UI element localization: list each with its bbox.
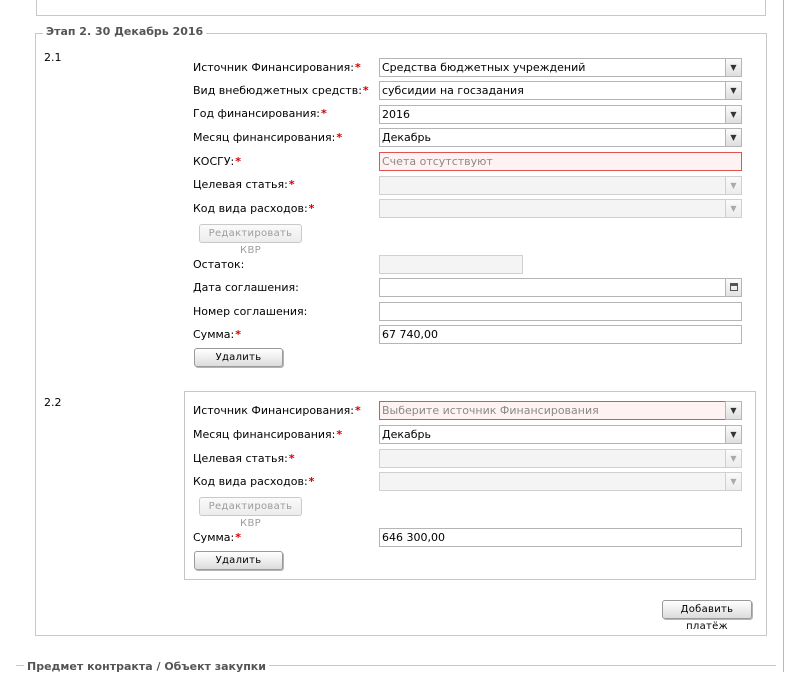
sum-label: Сумма:*: [193, 531, 241, 544]
delete-button[interactable]: Удалить: [194, 348, 283, 367]
page-border: [783, 0, 784, 672]
source-label: Источник Финансирования:*: [193, 61, 361, 74]
chevron-down-icon[interactable]: ▼: [725, 81, 742, 100]
add-payment-button[interactable]: Добавить платёж: [662, 600, 752, 632]
target-article-label: Целевая статья:*: [193, 178, 295, 191]
year-label: Год финансирования:*: [193, 107, 327, 120]
required-mark: *: [288, 452, 295, 465]
expense-code-label: Код вида расходов:*: [193, 475, 315, 488]
chevron-down-icon[interactable]: ▼: [725, 105, 742, 124]
edit-kvr-button[interactable]: Редактировать КВР: [199, 497, 302, 529]
agreement-date-field[interactable]: [379, 278, 742, 297]
payment-number: 2.2: [44, 396, 62, 409]
chevron-down-icon[interactable]: ▼: [725, 449, 742, 468]
chevron-down-icon[interactable]: ▼: [725, 199, 742, 218]
required-mark: *: [235, 155, 242, 168]
agreement-number-field[interactable]: [379, 302, 742, 321]
extrabudget-label: Вид внебюджетных средств:*: [193, 84, 369, 97]
month-label: Месяц финансирования:*: [193, 428, 343, 441]
chevron-down-icon[interactable]: ▼: [725, 472, 742, 491]
kosgu-label: КОСГУ:*: [193, 155, 242, 168]
next-section-legend: Предмет контракта / Объект закупки: [24, 660, 269, 673]
required-mark: *: [321, 107, 327, 120]
chevron-down-icon[interactable]: ▼: [725, 58, 742, 77]
previous-fieldset-bottom: [36, 0, 766, 16]
edit-kvr-button[interactable]: Редактировать КВР: [199, 224, 302, 256]
required-mark: *: [288, 178, 295, 191]
source-label: Источник Финансирования:*: [193, 404, 361, 417]
agreement-number-label: Номер соглашения:: [193, 305, 308, 318]
remainder-field: [379, 255, 523, 274]
chevron-down-icon[interactable]: ▼: [725, 176, 742, 195]
source-select[interactable]: Выберите источник Финансирования ▼: [379, 401, 742, 420]
extrabudget-select-value: субсидии на госзадания: [382, 84, 524, 97]
expense-code-label: Код вида расходов:*: [193, 202, 315, 215]
required-mark: *: [308, 475, 315, 488]
target-article-select[interactable]: ▼: [379, 449, 742, 468]
chevron-down-icon[interactable]: ▼: [725, 401, 742, 420]
required-mark: *: [235, 328, 241, 341]
required-mark: *: [354, 404, 361, 417]
expense-code-select[interactable]: ▼: [379, 472, 742, 491]
remainder-label: Остаток:: [193, 258, 245, 271]
source-select[interactable]: Средства бюджетных учреждений ▼: [379, 58, 742, 77]
source-select-value: Выберите источник Финансирования: [382, 404, 599, 417]
agreement-date-label: Дата соглашения:: [193, 281, 299, 294]
kosgu-select-value: Счета отсутствуют: [382, 155, 493, 168]
year-select-value: 2016: [382, 108, 410, 121]
sum-field[interactable]: 67 740,00: [379, 325, 742, 344]
month-select-value: Декабрь: [382, 428, 431, 441]
target-article-label: Целевая статья:*: [193, 452, 295, 465]
month-label: Месяц финансирования:*: [193, 131, 343, 144]
sum-value: 646 300,00: [382, 531, 445, 544]
required-mark: *: [336, 131, 343, 144]
calendar-icon[interactable]: [725, 278, 742, 297]
source-select-value: Средства бюджетных учреждений: [382, 61, 586, 74]
sum-field[interactable]: 646 300,00: [379, 528, 742, 547]
month-select-value: Декабрь: [382, 131, 431, 144]
required-mark: *: [362, 84, 369, 97]
sum-value: 67 740,00: [382, 328, 438, 341]
chevron-down-icon[interactable]: ▼: [725, 128, 742, 147]
year-select[interactable]: 2016 ▼: [379, 105, 742, 124]
required-mark: *: [354, 61, 361, 74]
month-select[interactable]: Декабрь ▼: [379, 128, 742, 147]
stage-legend: Этап 2. 30 Декабрь 2016: [43, 25, 207, 38]
extrabudget-select[interactable]: субсидии на госзадания ▼: [379, 81, 742, 100]
target-article-select[interactable]: ▼: [379, 176, 742, 195]
chevron-down-icon[interactable]: ▼: [725, 425, 742, 444]
payment-number: 2.1: [44, 51, 62, 64]
month-select[interactable]: Декабрь ▼: [379, 425, 742, 444]
delete-button[interactable]: Удалить: [194, 551, 283, 570]
expense-code-select[interactable]: ▼: [379, 199, 742, 218]
required-mark: *: [336, 428, 343, 441]
required-mark: *: [308, 202, 315, 215]
kosgu-select[interactable]: Счета отсутствуют: [379, 152, 742, 171]
required-mark: *: [235, 531, 241, 544]
sum-label: Сумма:*: [193, 328, 241, 341]
